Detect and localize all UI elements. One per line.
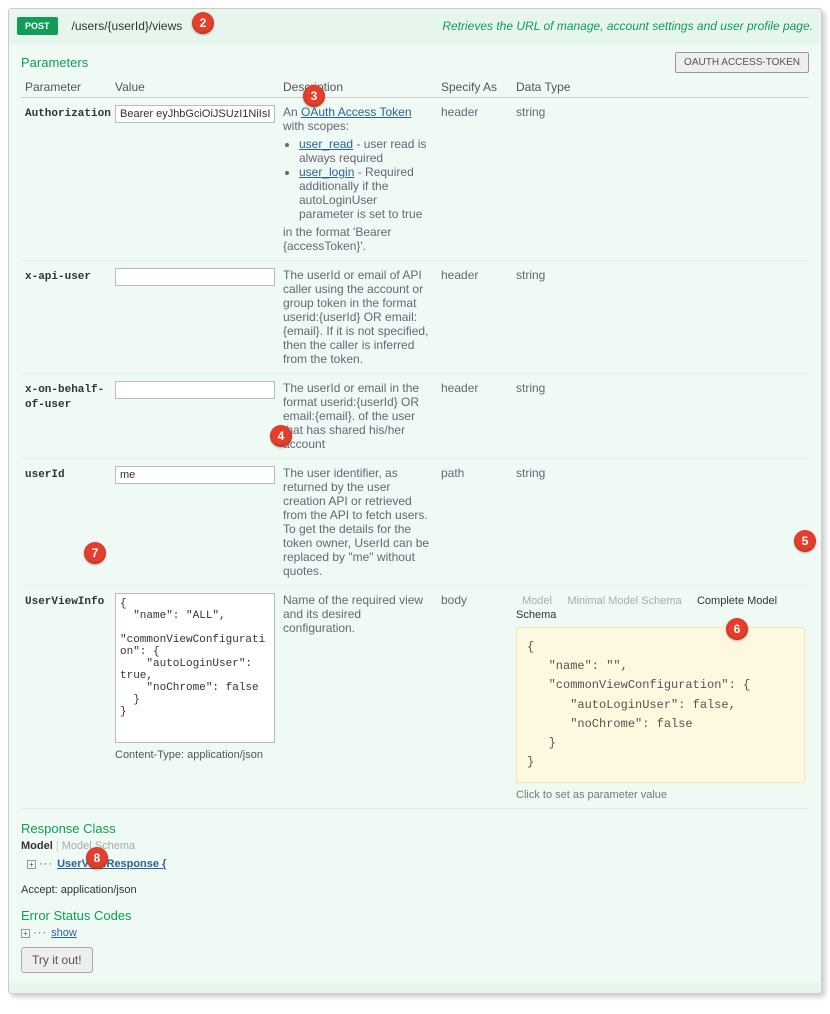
parameters-table: Parameter Value Description Specify As D… <box>21 75 809 809</box>
param-specify: header <box>437 374 512 459</box>
response-class-heading: Response Class <box>21 821 809 836</box>
expand-icon[interactable]: + <box>27 860 36 869</box>
param-name: x-api-user <box>25 271 91 283</box>
param-desc: The userId or email of API caller using … <box>279 261 437 374</box>
show-errors-link[interactable]: show <box>51 927 77 939</box>
param-row-userid: userId The user identifier, as returned … <box>21 459 809 586</box>
model-schema-box[interactable]: { "name": "", "commonViewConfiguration":… <box>516 627 805 783</box>
param-specify: header <box>437 261 512 374</box>
scope-user-read-link[interactable]: user_read <box>299 137 353 151</box>
endpoint-summary: Retrieves the URL of manage, account set… <box>442 19 813 33</box>
callout-2: 2 <box>192 12 214 34</box>
param-name: UserViewInfo <box>25 596 104 608</box>
schema-hint: Click to set as parameter value <box>516 789 805 801</box>
param-dtype: string <box>512 374 809 459</box>
callout-4: 4 <box>270 425 292 447</box>
param-row-x-on-behalf: x-on-behalf-of-user The userId or email … <box>21 374 809 459</box>
col-specify-as: Specify As <box>437 75 512 98</box>
parameters-heading: Parameters <box>21 55 88 70</box>
param-dtype: string <box>512 459 809 586</box>
callout-8: 8 <box>86 847 108 869</box>
param-specify: path <box>437 459 512 586</box>
param-name: Authorization <box>25 108 111 120</box>
param-desc: The userId or email in the format userid… <box>279 374 437 459</box>
tab-minimal-schema[interactable]: Minimal Model Schema <box>561 593 687 609</box>
param-desc: Name of the required view and its desire… <box>279 586 437 809</box>
endpoint-path: /users/{userId}/views <box>66 15 189 37</box>
api-operation-panel: 2 3 4 5 6 7 8 POST /users/{userId}/views… <box>8 8 822 994</box>
param-dtype: string <box>512 261 809 374</box>
accept-label: Accept: application/json <box>21 884 809 896</box>
callout-7: 7 <box>84 542 106 564</box>
callout-6: 6 <box>726 618 748 640</box>
http-method-badge: POST <box>17 17 58 35</box>
param-name: x-on-behalf-of-user <box>25 384 104 411</box>
error-codes-heading: Error Status Codes <box>21 908 809 923</box>
param-desc: The user identifier, as returned by the … <box>279 459 437 586</box>
operation-header[interactable]: POST /users/{userId}/views Retrieves the… <box>9 9 821 44</box>
x-on-behalf-input[interactable] <box>115 381 275 399</box>
param-desc: An OAuth Access Token with scopes: user_… <box>279 98 437 261</box>
userid-input[interactable] <box>115 466 275 484</box>
authorization-input[interactable] <box>115 105 275 123</box>
col-value: Value <box>111 75 279 98</box>
col-parameter: Parameter <box>21 75 111 98</box>
oauth-access-token-link[interactable]: OAuth Access Token <box>301 105 412 119</box>
param-name: userId <box>25 469 65 481</box>
response-class-link[interactable]: UserViewResponse { <box>57 858 166 870</box>
callout-5: 5 <box>794 530 816 552</box>
col-data-type: Data Type <box>512 75 809 98</box>
oauth-token-button[interactable]: OAUTH ACCESS-TOKEN <box>675 52 809 73</box>
expand-errors-icon[interactable]: + <box>21 929 30 938</box>
param-row-userviewinfo: UserViewInfo { "name": "ALL", "commonVie… <box>21 586 809 809</box>
content-type-label: Content-Type: application/json <box>115 746 275 761</box>
scope-user-login-link[interactable]: user_login <box>299 165 354 179</box>
tab-response-model[interactable]: Model <box>21 840 53 852</box>
param-row-authorization: Authorization An OAuth Access Token with… <box>21 98 809 261</box>
param-dtype: string <box>512 98 809 261</box>
callout-3: 3 <box>303 85 325 107</box>
param-specify: header <box>437 98 512 261</box>
body-textarea[interactable]: { "name": "ALL", "commonViewConfiguratio… <box>115 593 275 743</box>
x-api-user-input[interactable] <box>115 268 275 286</box>
try-it-out-button[interactable]: Try it out! <box>21 947 93 973</box>
param-specify: body <box>437 586 512 809</box>
param-row-x-api-user: x-api-user The userId or email of API ca… <box>21 261 809 374</box>
